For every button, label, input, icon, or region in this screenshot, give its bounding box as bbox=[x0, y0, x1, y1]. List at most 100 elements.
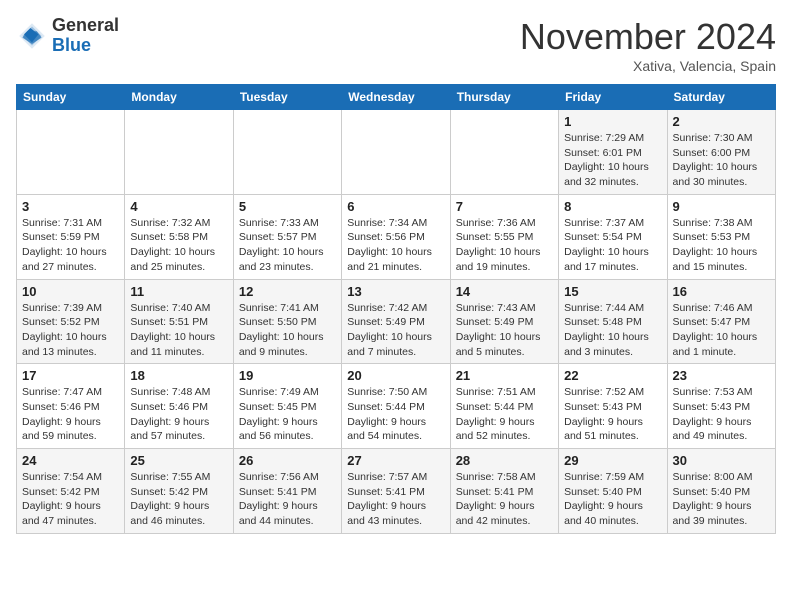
day-number: 4 bbox=[130, 199, 227, 214]
calendar-day-2: 2Sunrise: 7:30 AM Sunset: 6:00 PM Daylig… bbox=[667, 110, 775, 195]
calendar-day-8: 8Sunrise: 7:37 AM Sunset: 5:54 PM Daylig… bbox=[559, 194, 667, 279]
calendar-week-row: 10 Sunrise: 7:39 AM Sunset: 5:52 PM Dayli… bbox=[17, 279, 776, 364]
day-info: Sunrise: 7:29 AM Sunset: 6:01 PM Dayligh… bbox=[564, 131, 661, 190]
calendar-week-row: 24 Sunrise: 7:54 AM Sunset: 5:42 PM Dayli… bbox=[17, 449, 776, 534]
day-info: Sunrise: 7:46 AM Sunset: 5:47 PM Dayligh… bbox=[673, 301, 770, 360]
day-number: 24 bbox=[22, 453, 119, 468]
calendar-day-16: 16 Sunrise: 7:46 AM Sunset: 5:47 PM Dayli… bbox=[667, 279, 775, 364]
weekday-header-monday: Monday bbox=[125, 85, 233, 110]
day-number: 6 bbox=[347, 199, 444, 214]
day-info: Sunrise: 7:44 AM Sunset: 5:48 PM Dayligh… bbox=[564, 301, 661, 360]
calendar-day-27: 27 Sunrise: 7:57 AM Sunset: 5:41 PM Dayli… bbox=[342, 449, 450, 534]
day-number: 12 bbox=[239, 284, 336, 299]
weekday-header-tuesday: Tuesday bbox=[233, 85, 341, 110]
calendar-week-row: 17 Sunrise: 7:47 AM Sunset: 5:46 PM Dayli… bbox=[17, 364, 776, 449]
calendar-day-28: 28 Sunrise: 7:58 AM Sunset: 5:41 PM Dayli… bbox=[450, 449, 558, 534]
day-number: 23 bbox=[673, 368, 770, 383]
calendar-day-14: 14Sunrise: 7:43 AM Sunset: 5:49 PM Dayli… bbox=[450, 279, 558, 364]
day-info: Sunrise: 7:57 AM Sunset: 5:41 PM Dayligh… bbox=[347, 470, 444, 529]
day-info: Sunrise: 7:38 AM Sunset: 5:53 PM Dayligh… bbox=[673, 216, 770, 275]
day-number: 3 bbox=[22, 199, 119, 214]
logo-blue-text: Blue bbox=[52, 36, 119, 56]
day-info: Sunrise: 7:50 AM Sunset: 5:44 PM Dayligh… bbox=[347, 385, 444, 444]
day-info: Sunrise: 7:37 AM Sunset: 5:54 PM Dayligh… bbox=[564, 216, 661, 275]
day-info: Sunrise: 7:58 AM Sunset: 5:41 PM Dayligh… bbox=[456, 470, 553, 529]
month-title: November 2024 bbox=[520, 16, 776, 58]
day-number: 13 bbox=[347, 284, 444, 299]
day-number: 22 bbox=[564, 368, 661, 383]
calendar-day-25: 25 Sunrise: 7:55 AM Sunset: 5:42 PM Dayli… bbox=[125, 449, 233, 534]
calendar-day-26: 26 Sunrise: 7:56 AM Sunset: 5:41 PM Dayli… bbox=[233, 449, 341, 534]
day-number: 19 bbox=[239, 368, 336, 383]
calendar-table: SundayMondayTuesdayWednesdayThursdayFrid… bbox=[16, 84, 776, 534]
day-info: Sunrise: 7:47 AM Sunset: 5:46 PM Dayligh… bbox=[22, 385, 119, 444]
day-number: 2 bbox=[673, 114, 770, 129]
day-number: 7 bbox=[456, 199, 553, 214]
day-info: Sunrise: 7:55 AM Sunset: 5:42 PM Dayligh… bbox=[130, 470, 227, 529]
day-number: 15 bbox=[564, 284, 661, 299]
day-number: 27 bbox=[347, 453, 444, 468]
day-info: Sunrise: 7:31 AM Sunset: 5:59 PM Dayligh… bbox=[22, 216, 119, 275]
day-info: Sunrise: 7:42 AM Sunset: 5:49 PM Dayligh… bbox=[347, 301, 444, 360]
calendar-day-24: 24 Sunrise: 7:54 AM Sunset: 5:42 PM Dayli… bbox=[17, 449, 125, 534]
day-number: 28 bbox=[456, 453, 553, 468]
calendar-day-17: 17 Sunrise: 7:47 AM Sunset: 5:46 PM Dayli… bbox=[17, 364, 125, 449]
calendar-day-12: 12 Sunrise: 7:41 AM Sunset: 5:50 PM Dayli… bbox=[233, 279, 341, 364]
calendar-day-9: 9Sunrise: 7:38 AM Sunset: 5:53 PM Daylig… bbox=[667, 194, 775, 279]
day-number: 17 bbox=[22, 368, 119, 383]
day-number: 18 bbox=[130, 368, 227, 383]
calendar-empty-cell bbox=[233, 110, 341, 195]
calendar-day-22: 22Sunrise: 7:52 AM Sunset: 5:43 PM Dayli… bbox=[559, 364, 667, 449]
day-number: 26 bbox=[239, 453, 336, 468]
day-number: 20 bbox=[347, 368, 444, 383]
calendar-day-19: 19Sunrise: 7:49 AM Sunset: 5:45 PM Dayli… bbox=[233, 364, 341, 449]
calendar-day-20: 20 Sunrise: 7:50 AM Sunset: 5:44 PM Dayli… bbox=[342, 364, 450, 449]
day-number: 10 bbox=[22, 284, 119, 299]
day-info: Sunrise: 7:56 AM Sunset: 5:41 PM Dayligh… bbox=[239, 470, 336, 529]
calendar-day-1: 1 Sunrise: 7:29 AM Sunset: 6:01 PM Daylig… bbox=[559, 110, 667, 195]
calendar-day-5: 5Sunrise: 7:33 AM Sunset: 5:57 PM Daylig… bbox=[233, 194, 341, 279]
calendar-day-21: 21Sunrise: 7:51 AM Sunset: 5:44 PM Dayli… bbox=[450, 364, 558, 449]
calendar-day-30: 30 Sunrise: 8:00 AM Sunset: 5:40 PM Dayli… bbox=[667, 449, 775, 534]
day-info: Sunrise: 7:36 AM Sunset: 5:55 PM Dayligh… bbox=[456, 216, 553, 275]
location-text: Xativa, Valencia, Spain bbox=[520, 58, 776, 74]
weekday-header-friday: Friday bbox=[559, 85, 667, 110]
day-info: Sunrise: 7:43 AM Sunset: 5:49 PM Dayligh… bbox=[456, 301, 553, 360]
calendar-day-13: 13 Sunrise: 7:42 AM Sunset: 5:49 PM Dayli… bbox=[342, 279, 450, 364]
day-info: Sunrise: 8:00 AM Sunset: 5:40 PM Dayligh… bbox=[673, 470, 770, 529]
day-info: Sunrise: 7:41 AM Sunset: 5:50 PM Dayligh… bbox=[239, 301, 336, 360]
day-number: 30 bbox=[673, 453, 770, 468]
calendar-empty-cell bbox=[125, 110, 233, 195]
day-number: 21 bbox=[456, 368, 553, 383]
calendar-week-row: 3 Sunrise: 7:31 AM Sunset: 5:59 PM Daylig… bbox=[17, 194, 776, 279]
calendar-day-15: 15 Sunrise: 7:44 AM Sunset: 5:48 PM Dayli… bbox=[559, 279, 667, 364]
weekday-header-saturday: Saturday bbox=[667, 85, 775, 110]
day-number: 29 bbox=[564, 453, 661, 468]
calendar-week-row: 1 Sunrise: 7:29 AM Sunset: 6:01 PM Daylig… bbox=[17, 110, 776, 195]
day-info: Sunrise: 7:53 AM Sunset: 5:43 PM Dayligh… bbox=[673, 385, 770, 444]
day-number: 1 bbox=[564, 114, 661, 129]
weekday-header-sunday: Sunday bbox=[17, 85, 125, 110]
day-info: Sunrise: 7:39 AM Sunset: 5:52 PM Dayligh… bbox=[22, 301, 119, 360]
day-number: 25 bbox=[130, 453, 227, 468]
logo: General Blue bbox=[16, 16, 119, 56]
calendar-empty-cell bbox=[342, 110, 450, 195]
day-number: 16 bbox=[673, 284, 770, 299]
day-number: 11 bbox=[130, 284, 227, 299]
calendar-day-18: 18 Sunrise: 7:48 AM Sunset: 5:46 PM Dayli… bbox=[125, 364, 233, 449]
calendar-header-row: SundayMondayTuesdayWednesdayThursdayFrid… bbox=[17, 85, 776, 110]
calendar-day-23: 23 Sunrise: 7:53 AM Sunset: 5:43 PM Dayli… bbox=[667, 364, 775, 449]
title-block: November 2024 Xativa, Valencia, Spain bbox=[520, 16, 776, 74]
calendar-day-29: 29 Sunrise: 7:59 AM Sunset: 5:40 PM Dayli… bbox=[559, 449, 667, 534]
day-info: Sunrise: 7:33 AM Sunset: 5:57 PM Dayligh… bbox=[239, 216, 336, 275]
page-header: General Blue November 2024 Xativa, Valen… bbox=[16, 16, 776, 74]
day-info: Sunrise: 7:54 AM Sunset: 5:42 PM Dayligh… bbox=[22, 470, 119, 529]
logo-general-text: General bbox=[52, 16, 119, 36]
calendar-day-6: 6Sunrise: 7:34 AM Sunset: 5:56 PM Daylig… bbox=[342, 194, 450, 279]
logo-icon bbox=[16, 20, 48, 52]
day-info: Sunrise: 7:48 AM Sunset: 5:46 PM Dayligh… bbox=[130, 385, 227, 444]
day-info: Sunrise: 7:40 AM Sunset: 5:51 PM Dayligh… bbox=[130, 301, 227, 360]
calendar-day-4: 4Sunrise: 7:32 AM Sunset: 5:58 PM Daylig… bbox=[125, 194, 233, 279]
day-info: Sunrise: 7:59 AM Sunset: 5:40 PM Dayligh… bbox=[564, 470, 661, 529]
calendar-day-3: 3 Sunrise: 7:31 AM Sunset: 5:59 PM Daylig… bbox=[17, 194, 125, 279]
